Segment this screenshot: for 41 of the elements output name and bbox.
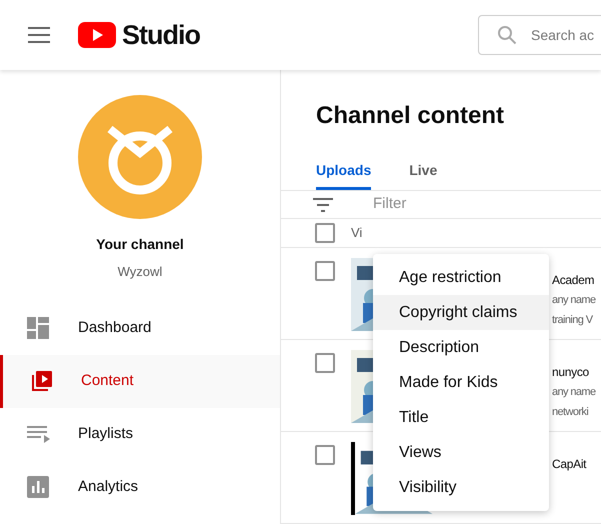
- video-description: any name: [552, 293, 596, 308]
- dashboard-icon: [27, 317, 49, 339]
- menu-item[interactable]: Views: [373, 435, 549, 470]
- video-description: any name: [552, 385, 596, 400]
- search-field[interactable]: Search ac: [531, 24, 597, 46]
- nav-item[interactable]: Analytics: [0, 460, 280, 514]
- checkbox[interactable]: [315, 223, 335, 244]
- video-stack-icon: [30, 369, 54, 393]
- nav-item[interactable]: Dashboard: [0, 302, 280, 354]
- menu-item[interactable]: Visibility: [373, 470, 549, 505]
- video-title[interactable]: nunyco: [552, 363, 596, 381]
- play-logo-icon: [78, 22, 116, 48]
- menu-item[interactable]: Age restriction: [373, 260, 549, 295]
- tab[interactable]: Live: [409, 160, 438, 190]
- menu-item[interactable]: Copyright claims: [373, 295, 549, 330]
- column-header: Vi: [351, 224, 362, 242]
- channel-avatar[interactable]: [78, 95, 202, 219]
- menu-icon[interactable]: [28, 27, 50, 43]
- menu-item[interactable]: Description: [373, 330, 549, 365]
- search-icon: [497, 25, 517, 45]
- search-bar[interactable]: Search ac: [478, 15, 601, 55]
- logo-text: Studio: [122, 18, 200, 52]
- filter-icon[interactable]: [313, 198, 333, 212]
- checkbox[interactable]: [315, 445, 335, 465]
- page-title: Channel content: [316, 101, 506, 131]
- video-title[interactable]: CapAit: [552, 455, 586, 473]
- channel-title: Your channel: [96, 235, 184, 254]
- bar-chart-icon: [27, 476, 49, 498]
- tab[interactable]: Uploads: [316, 160, 372, 190]
- video-description: networki: [552, 404, 590, 420]
- menu-item[interactable]: Made for Kids: [373, 365, 549, 400]
- checkbox[interactable]: [315, 261, 335, 281]
- video-title[interactable]: Academ: [552, 271, 596, 289]
- channel-name: Wyzowl: [118, 263, 162, 281]
- filter-field[interactable]: Filter: [373, 193, 523, 216]
- playlist-icon: [27, 424, 51, 444]
- nav-item[interactable]: Playlists: [0, 408, 280, 460]
- menu-item[interactable]: Title: [373, 400, 549, 435]
- nav-item[interactable]: Content: [0, 354, 280, 408]
- checkbox[interactable]: [315, 353, 335, 373]
- video-description: training V: [552, 312, 594, 328]
